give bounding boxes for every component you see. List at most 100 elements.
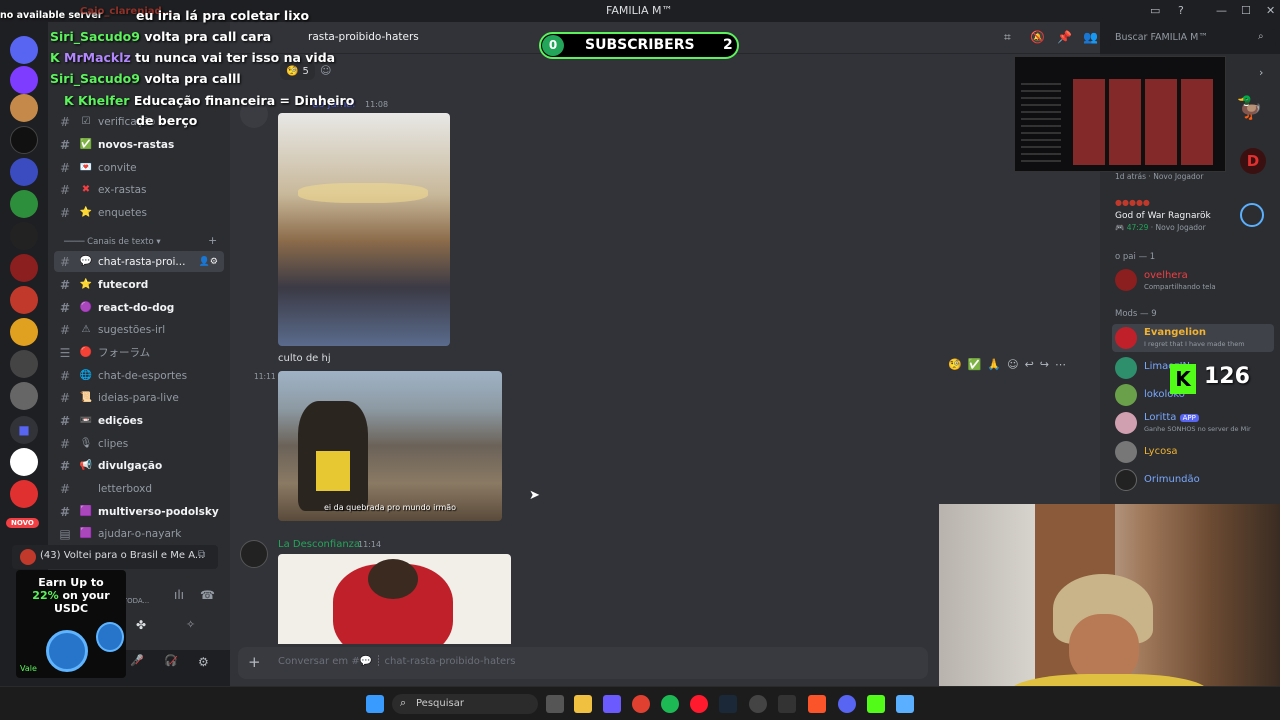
member-name[interactable]: ovelhera — [1144, 270, 1188, 281]
add-channel-icon[interactable]: + — [208, 234, 217, 247]
close-button[interactable]: ✕ — [1266, 4, 1275, 17]
channel-clipes[interactable]: # 🎙 clipes — [54, 433, 224, 454]
reaction-pray-icon[interactable]: 🙏 — [987, 358, 1001, 371]
add-reaction-icon[interactable]: ☺ — [1007, 358, 1018, 371]
server-icon[interactable] — [10, 158, 38, 186]
add-reaction-icon[interactable]: ☺ — [320, 64, 331, 77]
chrome-icon[interactable] — [632, 695, 650, 713]
forward-icon[interactable]: ↪ — [1040, 358, 1049, 371]
app-grid-icon[interactable] — [603, 695, 621, 713]
app-icon[interactable] — [778, 695, 796, 713]
channel-multiverso-podolsky[interactable]: # 🟪 multiverso-podolsky — [54, 501, 224, 522]
attach-icon[interactable]: + — [248, 653, 261, 671]
channel-letterboxd[interactable]: # letterboxd — [54, 478, 224, 499]
channel-react-do-dog[interactable]: # 🟣 react-do-dog — [54, 297, 224, 318]
soundboard-icon[interactable]: ılı — [174, 588, 184, 602]
spotify-icon[interactable] — [661, 695, 679, 713]
channel-sugestoes-irl[interactable]: # ⚠ sugestões-irl — [54, 319, 224, 340]
message-image-street-fighter[interactable] — [278, 554, 511, 644]
user-settings-icon[interactable]: ⚙ — [198, 655, 209, 669]
opera-icon[interactable] — [690, 695, 708, 713]
server-icon[interactable] — [10, 36, 38, 64]
chevron-right-icon[interactable]: › — [1259, 66, 1263, 79]
server-icon[interactable] — [10, 480, 38, 508]
activities-icon[interactable]: ✤ — [136, 618, 146, 632]
help-icon[interactable]: ? — [1178, 4, 1184, 17]
server-icon[interactable] — [10, 126, 38, 154]
server-icon[interactable] — [10, 222, 38, 250]
member-list-icon[interactable]: 👥 — [1083, 30, 1098, 44]
task-view-icon[interactable] — [546, 695, 564, 713]
channel-ex-rastas[interactable]: # ✖ ex-rastas — [54, 179, 224, 200]
channel-chat-de-esportes[interactable]: # 🌐 chat-de-esportes — [54, 365, 224, 386]
server-icon[interactable] — [10, 94, 38, 122]
avatar[interactable] — [1115, 469, 1137, 491]
avatar[interactable] — [1115, 357, 1137, 379]
channel-ideias-para-live[interactable]: # 📜 ideias-para-live — [54, 387, 224, 408]
message-composer[interactable]: + Conversar em #💬 ┊ chat-rasta-proibido-… — [238, 647, 928, 679]
maximize-button[interactable]: ☐ — [1241, 4, 1251, 17]
server-icon[interactable] — [10, 286, 38, 314]
mute-channel-icon[interactable]: 🔕 — [1030, 30, 1045, 44]
file-explorer-icon[interactable] — [574, 695, 592, 713]
channel-novos-rastas[interactable]: # ✅ novos-rastas — [54, 134, 224, 155]
boost-icon[interactable]: ✧ — [186, 618, 195, 631]
channel-settings-icon[interactable]: 👤⚙ — [199, 257, 218, 267]
discord-icon[interactable] — [838, 695, 856, 713]
server-icon[interactable] — [10, 318, 38, 346]
channel-enquetes[interactable]: # ⭐ enquetes — [54, 202, 224, 223]
message-image-favela[interactable]: ei da quebrada pro mundo irmão — [278, 371, 502, 521]
threads-icon[interactable]: ⌗ — [1004, 30, 1011, 45]
search-box[interactable]: Buscar FAMILIA M™ ⌕ — [1110, 29, 1276, 47]
message-image-church[interactable] — [278, 113, 450, 346]
channel-convite[interactable]: # 💌 convite — [54, 157, 224, 178]
brave-icon[interactable] — [808, 695, 826, 713]
kick-icon[interactable] — [867, 695, 885, 713]
avatar[interactable] — [1115, 327, 1137, 349]
minimize-button[interactable]: — — [1216, 4, 1227, 17]
search-input[interactable]: Buscar FAMILIA M™ — [1115, 32, 1208, 43]
server-icon[interactable] — [10, 66, 38, 94]
disconnect-icon[interactable]: ☎ — [200, 588, 215, 602]
deafen-icon[interactable]: 🎧̸ — [164, 654, 178, 667]
message-author[interactable]: La Desconfianza — [278, 539, 360, 550]
channel-ajudar-o-nayark[interactable]: ▤ 🟪 ajudar-o-nayark — [54, 523, 224, 544]
server-icon[interactable] — [10, 254, 38, 282]
member-name[interactable]: Lycosa — [1144, 446, 1178, 457]
server-icon[interactable] — [10, 382, 38, 410]
pin-icon[interactable]: 📌 — [1057, 30, 1072, 44]
windows-start-icon[interactable] — [366, 695, 384, 713]
avatar[interactable] — [1115, 412, 1137, 434]
obs-icon[interactable] — [749, 695, 767, 713]
channel-forum[interactable]: ☰ 🔴 フォーラム — [54, 342, 224, 363]
member-name[interactable]: Orimundão — [1144, 474, 1200, 485]
reply-icon[interactable]: ↩ — [1025, 358, 1034, 371]
channel-divulgacao[interactable]: # 📢 divulgação — [54, 455, 224, 476]
avatar[interactable] — [1115, 441, 1137, 463]
popout-icon[interactable]: ⧉ — [198, 549, 205, 560]
member-name[interactable]: Loritta APP — [1144, 412, 1199, 423]
member-name[interactable]: Evangelion — [1144, 327, 1206, 338]
server-icon[interactable] — [10, 190, 38, 218]
channel-chat-rasta[interactable]: # 💬 chat-rasta-proi... 👤⚙ — [54, 251, 224, 272]
avatar[interactable] — [1115, 269, 1137, 291]
folder-icon[interactable]: ■ — [10, 416, 38, 444]
activity-card[interactable]: (43) Voltei para o Brasil e Me A... ⧉ — [12, 545, 218, 569]
category-text-channels[interactable]: ──── Canais de texto ▾ — [64, 237, 161, 247]
composer-input[interactable]: Conversar em #💬 ┊ chat-rasta-proibido-ha… — [278, 656, 516, 667]
server-icon[interactable] — [10, 448, 38, 476]
server-icon[interactable] — [10, 350, 38, 378]
inbox-icon[interactable]: ▭ — [1150, 4, 1160, 17]
taskbar-search[interactable]: ⌕ Pesquisar — [392, 694, 538, 714]
notepad-icon[interactable] — [896, 695, 914, 713]
avatar[interactable] — [1115, 384, 1137, 406]
more-icon[interactable]: ⋯ — [1055, 358, 1066, 371]
mute-icon[interactable]: 🎤̸ — [130, 654, 144, 667]
reaction-check-icon[interactable]: ✅ — [968, 358, 982, 371]
channel-futecord[interactable]: # ⭐ futecord — [54, 274, 224, 295]
reaction-emoji-icon[interactable]: 🧐 — [948, 358, 962, 371]
channel-edicoes[interactable]: # 📼 edições — [54, 410, 224, 431]
steam-icon[interactable] — [719, 695, 737, 713]
avatar[interactable] — [240, 540, 268, 568]
taskbar-search-input[interactable]: Pesquisar — [416, 698, 464, 709]
